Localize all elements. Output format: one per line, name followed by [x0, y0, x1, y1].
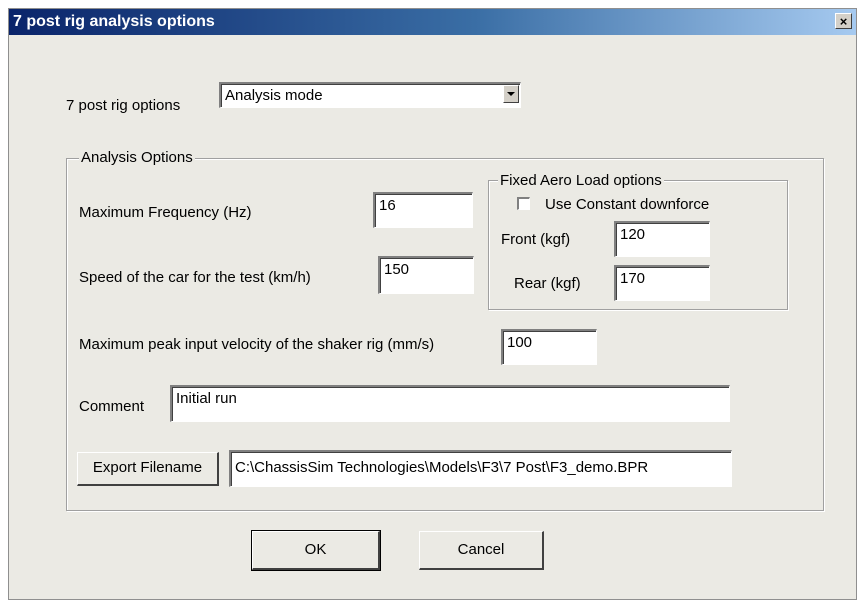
comment-label: Comment — [79, 398, 145, 415]
speed-label: Speed of the car for the test (km/h) — [79, 269, 311, 286]
front-input[interactable]: 120 — [614, 221, 710, 257]
close-button[interactable]: × — [835, 13, 852, 29]
rig-options-select[interactable]: Analysis mode — [219, 82, 521, 108]
close-icon: × — [839, 14, 848, 29]
export-filename-button[interactable]: Export Filename — [77, 452, 219, 486]
rig-options-label: 7 post rig options — [66, 97, 181, 114]
rear-input[interactable]: 170 — [614, 265, 710, 301]
analysis-options-dialog: 7 post rig analysis options × 7 post rig… — [8, 8, 857, 600]
front-label: Front (kgf) — [501, 231, 571, 248]
cancel-button[interactable]: Cancel — [419, 531, 544, 570]
aero-load-group-label: Fixed Aero Load options — [498, 172, 664, 189]
use-constant-downforce-checkbox[interactable] — [517, 197, 530, 210]
max-velocity-value: 100 — [507, 334, 533, 351]
use-constant-downforce-label: Use Constant downforce — [545, 196, 710, 213]
max-frequency-input[interactable]: 16 — [373, 192, 473, 228]
window-title: 7 post rig analysis options — [13, 13, 215, 30]
max-velocity-label: Maximum peak input velocity of the shake… — [79, 336, 435, 353]
ok-button[interactable]: OK — [251, 530, 381, 571]
comment-input[interactable]: Initial run — [170, 385, 730, 422]
cancel-button-label: Cancel — [457, 541, 505, 558]
ok-button-label: OK — [304, 541, 327, 558]
speed-input[interactable]: 150 — [378, 256, 474, 294]
rear-label: Rear (kgf) — [514, 275, 581, 292]
speed-value: 150 — [384, 261, 410, 278]
front-value: 120 — [620, 226, 646, 243]
max-frequency-label: Maximum Frequency (Hz) — [79, 204, 252, 221]
max-velocity-input[interactable]: 100 — [501, 329, 597, 365]
chevron-down-icon[interactable] — [503, 85, 519, 103]
export-filename-input[interactable]: C:\ChassisSim Technologies\Models\F3\7 P… — [229, 450, 732, 487]
title-bar[interactable]: 7 post rig analysis options × — [9, 9, 856, 35]
max-frequency-value: 16 — [379, 197, 396, 214]
rig-options-selected-value: Analysis mode — [225, 87, 323, 104]
analysis-options-group-label: Analysis Options — [79, 149, 195, 166]
export-filename-button-label: Export Filename — [92, 459, 203, 476]
comment-value: Initial run — [176, 390, 237, 407]
rear-value: 170 — [620, 270, 646, 287]
export-filename-value: C:\ChassisSim Technologies\Models\F3\7 P… — [235, 459, 649, 476]
